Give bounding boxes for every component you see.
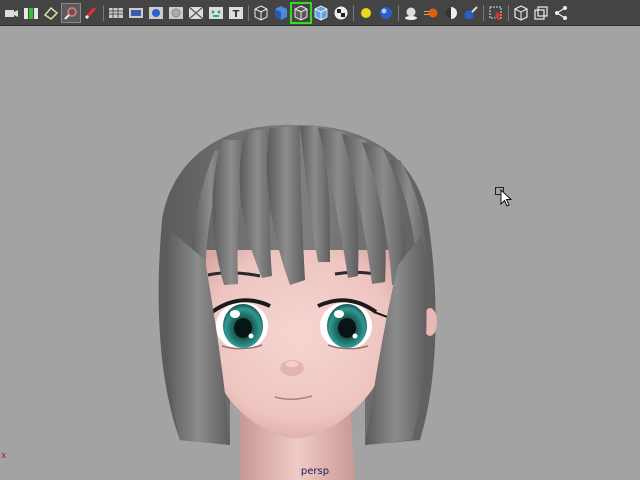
flat-shade-icon[interactable] — [312, 4, 330, 22]
axis-x-label: x — [1, 451, 7, 461]
field-chart-icon[interactable] — [187, 4, 205, 22]
xray-joints-icon[interactable] — [512, 4, 530, 22]
textured-icon[interactable] — [332, 4, 350, 22]
camera-label: persp — [300, 466, 330, 477]
share-icon[interactable] — [552, 4, 570, 22]
toolbar-separator — [103, 4, 104, 21]
motion-blur-icon[interactable] — [422, 4, 440, 22]
grease-pencil-icon[interactable] — [82, 4, 100, 22]
camera-attributes-icon[interactable] — [2, 4, 20, 22]
bookmark-icon[interactable] — [22, 4, 40, 22]
wireframe-icon[interactable] — [252, 4, 270, 22]
xray-components-icon[interactable] — [532, 4, 550, 22]
use-all-lights-icon[interactable] — [357, 4, 375, 22]
screen-space-ao-icon[interactable] — [402, 4, 420, 22]
2d-pan-zoom-icon[interactable] — [61, 2, 81, 23]
svg-text:T: T — [233, 9, 240, 20]
viewport-toolbar: T — [0, 0, 640, 26]
toolbar-separator — [353, 4, 354, 21]
isolate-select-icon[interactable] — [462, 4, 480, 22]
xray-icon[interactable] — [487, 4, 505, 22]
toolbar-separator — [248, 4, 249, 21]
safe-title-icon[interactable]: T — [227, 4, 245, 22]
toolbar-separator — [398, 4, 399, 21]
mouse-cursor-icon — [495, 187, 513, 207]
grid-icon[interactable] — [107, 4, 125, 22]
image-plane-icon[interactable] — [42, 4, 60, 22]
safe-action-icon[interactable] — [207, 4, 225, 22]
gate-mask-icon[interactable] — [167, 4, 185, 22]
resolution-gate-icon[interactable] — [147, 4, 165, 22]
perspective-viewport[interactable]: x persp — [0, 27, 640, 480]
wireframe-on-shaded-icon[interactable] — [290, 1, 312, 24]
smooth-shade-icon[interactable] — [272, 4, 290, 22]
film-gate-icon[interactable] — [127, 4, 145, 22]
shadows-icon[interactable] — [377, 4, 395, 22]
toolbar-separator — [483, 4, 484, 21]
anti-aliasing-icon[interactable] — [442, 4, 460, 22]
character-head-model[interactable] — [0, 27, 640, 480]
toolbar-separator — [508, 4, 509, 21]
